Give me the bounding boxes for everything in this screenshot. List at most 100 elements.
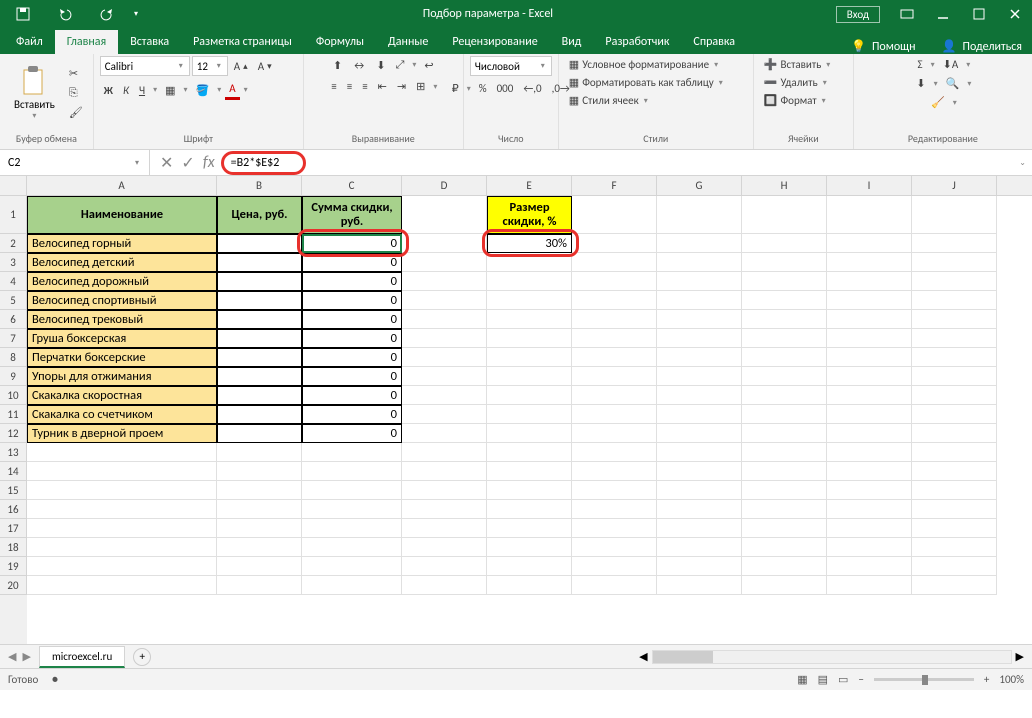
row-header-1[interactable]: 1 bbox=[0, 196, 27, 234]
cell-blank[interactable] bbox=[487, 386, 572, 405]
col-header-a[interactable]: A bbox=[27, 176, 217, 195]
cell-a6[interactable]: Велосипед трековый bbox=[27, 310, 217, 329]
cell-blank[interactable] bbox=[572, 405, 657, 424]
cell-b12[interactable] bbox=[217, 424, 302, 443]
cell-blank[interactable] bbox=[217, 462, 302, 481]
percent-icon[interactable]: % bbox=[475, 80, 491, 97]
cell-a12[interactable]: Турник в дверной проем bbox=[27, 424, 217, 443]
cell-blank[interactable] bbox=[402, 405, 487, 424]
cell-blank[interactable] bbox=[827, 443, 912, 462]
cell-blank[interactable] bbox=[742, 443, 827, 462]
cell-blank[interactable] bbox=[742, 348, 827, 367]
cell-blank[interactable] bbox=[302, 576, 402, 595]
cell-blank[interactable] bbox=[572, 310, 657, 329]
cell-blank[interactable] bbox=[657, 234, 742, 253]
cell-c12[interactable]: 0 bbox=[302, 424, 402, 443]
cell-blank[interactable] bbox=[912, 329, 997, 348]
cell-b10[interactable] bbox=[217, 386, 302, 405]
cell-c6[interactable]: 0 bbox=[302, 310, 402, 329]
cell-blank[interactable] bbox=[402, 253, 487, 272]
cell-blank[interactable] bbox=[27, 519, 217, 538]
indent-decrease-icon[interactable]: ⇤ bbox=[374, 78, 391, 95]
cell-blank[interactable] bbox=[742, 329, 827, 348]
cell-blank[interactable] bbox=[657, 405, 742, 424]
row-header-5[interactable]: 5 bbox=[0, 291, 27, 310]
cell-blank[interactable] bbox=[827, 367, 912, 386]
increase-decimal-icon[interactable]: ←,0 bbox=[519, 80, 545, 97]
cell-blank[interactable] bbox=[742, 386, 827, 405]
cell-blank[interactable] bbox=[657, 291, 742, 310]
cell-blank[interactable] bbox=[27, 576, 217, 595]
cell-blank[interactable] bbox=[572, 253, 657, 272]
cell-blank[interactable] bbox=[217, 557, 302, 576]
cell-blank[interactable] bbox=[572, 576, 657, 595]
cell-blank[interactable] bbox=[572, 386, 657, 405]
cell-c8[interactable]: 0 bbox=[302, 348, 402, 367]
cell-blank[interactable] bbox=[402, 329, 487, 348]
cell-blank[interactable] bbox=[402, 291, 487, 310]
cell-blank[interactable] bbox=[827, 462, 912, 481]
cell-blank[interactable] bbox=[487, 519, 572, 538]
cell-blank[interactable] bbox=[572, 291, 657, 310]
cell-blank[interactable] bbox=[402, 500, 487, 519]
cell-blank[interactable] bbox=[302, 462, 402, 481]
cell-blank[interactable] bbox=[27, 481, 217, 500]
wrap-text-icon[interactable]: ↩ bbox=[420, 57, 437, 74]
cell-blank[interactable] bbox=[742, 291, 827, 310]
cell-blank[interactable] bbox=[217, 519, 302, 538]
cell-blank[interactable] bbox=[657, 443, 742, 462]
cell-blank[interactable] bbox=[912, 576, 997, 595]
cell-blank[interactable] bbox=[487, 348, 572, 367]
cell-blank[interactable] bbox=[657, 196, 742, 234]
cell-blank[interactable] bbox=[827, 234, 912, 253]
currency-icon[interactable]: ₽ bbox=[448, 80, 463, 97]
cell-blank[interactable] bbox=[572, 481, 657, 500]
close-icon[interactable] bbox=[998, 0, 1032, 28]
tab-insert[interactable]: Вставка bbox=[118, 30, 181, 54]
enter-formula-icon[interactable]: ✓ bbox=[181, 153, 194, 173]
tab-pagelayout[interactable]: Разметка страницы bbox=[181, 30, 304, 54]
col-header-h[interactable]: H bbox=[742, 176, 827, 195]
minimize-icon[interactable] bbox=[926, 0, 960, 28]
row-header-9[interactable]: 9 bbox=[0, 367, 27, 386]
cell-blank[interactable] bbox=[402, 519, 487, 538]
col-header-i[interactable]: I bbox=[827, 176, 912, 195]
align-top-icon[interactable]: ⬆ bbox=[329, 57, 346, 74]
fill-icon[interactable]: ⬇ bbox=[912, 75, 929, 92]
cell-blank[interactable] bbox=[572, 424, 657, 443]
cell-blank[interactable] bbox=[572, 519, 657, 538]
cell-blank[interactable] bbox=[302, 538, 402, 557]
autosum-icon[interactable]: Σ bbox=[914, 56, 927, 73]
col-header-c[interactable]: C bbox=[302, 176, 402, 195]
cell-blank[interactable] bbox=[487, 576, 572, 595]
tab-view[interactable]: Вид bbox=[550, 30, 594, 54]
cell-blank[interactable] bbox=[742, 500, 827, 519]
row-header-8[interactable]: 8 bbox=[0, 348, 27, 367]
cell-blank[interactable] bbox=[827, 424, 912, 443]
cell-blank[interactable] bbox=[912, 538, 997, 557]
cut-icon[interactable]: ✂ bbox=[65, 65, 87, 82]
cell-c7[interactable]: 0 bbox=[302, 329, 402, 348]
cell-blank[interactable] bbox=[487, 424, 572, 443]
cell-blank[interactable] bbox=[572, 348, 657, 367]
ribbon-options-icon[interactable] bbox=[890, 0, 924, 28]
cell-blank[interactable] bbox=[27, 557, 217, 576]
cell-blank[interactable] bbox=[827, 386, 912, 405]
number-format-select[interactable]: Числовой▾ bbox=[470, 56, 552, 76]
cell-blank[interactable] bbox=[912, 196, 997, 234]
cell-blank[interactable] bbox=[742, 405, 827, 424]
zoom-out-icon[interactable]: − bbox=[858, 673, 863, 686]
cell-blank[interactable] bbox=[827, 519, 912, 538]
cell-blank[interactable] bbox=[402, 386, 487, 405]
indent-increase-icon[interactable]: ⇥ bbox=[393, 78, 410, 95]
cell-blank[interactable] bbox=[487, 443, 572, 462]
font-color-icon[interactable]: A bbox=[225, 80, 239, 100]
cell-blank[interactable] bbox=[402, 481, 487, 500]
lightbulb-icon[interactable]: 💡 bbox=[851, 39, 866, 54]
col-header-d[interactable]: D bbox=[402, 176, 487, 195]
cell-blank[interactable] bbox=[912, 310, 997, 329]
cell-a7[interactable]: Груша боксерская bbox=[27, 329, 217, 348]
zoom-level[interactable]: 100% bbox=[999, 673, 1024, 686]
cell-blank[interactable] bbox=[27, 538, 217, 557]
row-header-15[interactable]: 15 bbox=[0, 481, 27, 500]
